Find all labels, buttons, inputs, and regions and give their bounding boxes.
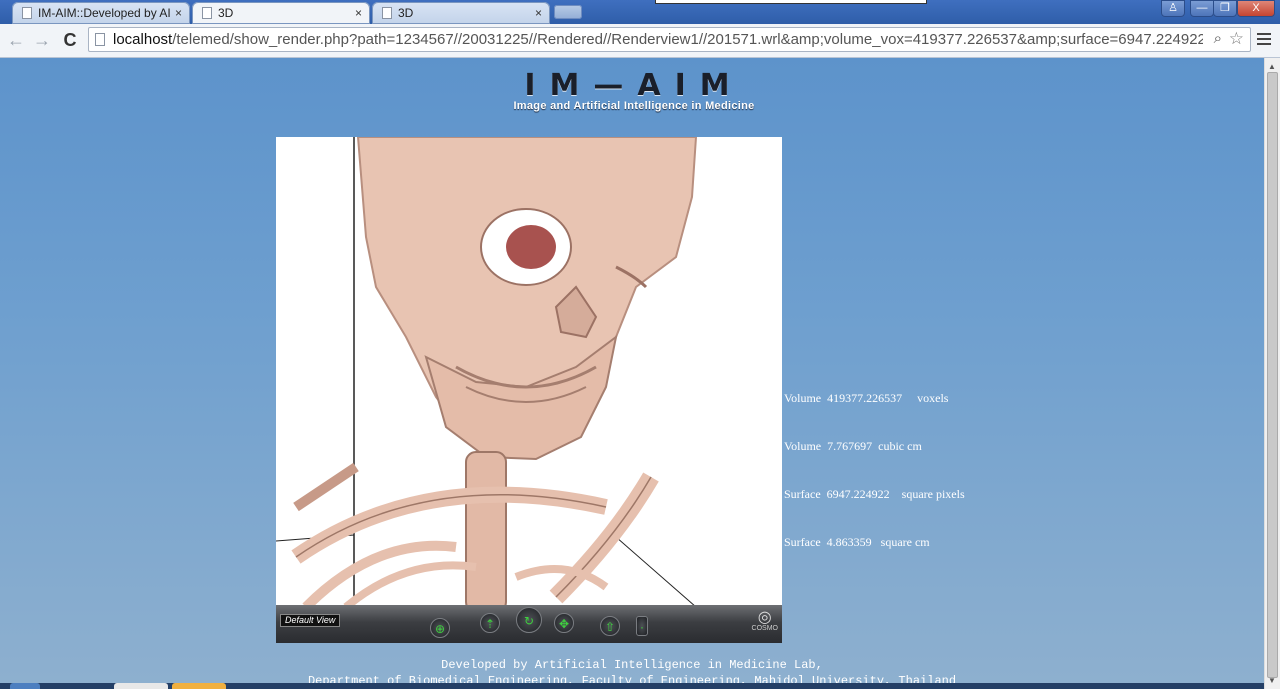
- fly-mode-icon[interactable]: ⇧: [600, 616, 620, 636]
- page-icon: [22, 7, 32, 19]
- page-icon: [202, 7, 212, 19]
- popup-edge: [655, 0, 927, 4]
- vrml-3d-viewer[interactable]: [276, 137, 782, 643]
- url-host: localhost: [113, 31, 173, 48]
- tab-title: 3D: [398, 6, 414, 20]
- url-path: /telemed/show_render.php?path=1234567//2…: [172, 31, 1203, 48]
- browser-toolbar: ← → C localhost/telemed/show_render.php?…: [0, 24, 1280, 58]
- tab-3d-active[interactable]: 3D ×: [192, 2, 370, 24]
- magnifier-icon[interactable]: ⌕: [1214, 30, 1222, 47]
- taskbar-item[interactable]: [172, 683, 226, 689]
- cosmo-brand: COSMO: [751, 625, 778, 632]
- viewer-control-bar: Default View ⊕ ⇡ ↻ ✥ ⇧ · ◎ COSMO: [276, 605, 782, 643]
- close-window-button[interactable]: X: [1237, 0, 1275, 17]
- url-text[interactable]: localhost/telemed/show_render.php?path=1…: [113, 31, 1203, 48]
- default-view-label[interactable]: Default View: [280, 614, 341, 627]
- profile-icon[interactable]: ♙: [1161, 0, 1185, 17]
- close-tab-icon[interactable]: ×: [175, 6, 182, 20]
- logo-tagline: Image and Artificial Intelligence in Med…: [513, 100, 755, 112]
- back-arrow-icon[interactable]: ←: [6, 30, 26, 50]
- rotate-mode-icon[interactable]: ↻: [516, 607, 542, 633]
- scroll-thumb[interactable]: [1267, 72, 1278, 678]
- cosmo-logo: ◎ COSMO: [751, 609, 778, 633]
- taskbar-item[interactable]: [114, 683, 168, 689]
- new-tab-button[interactable]: [554, 5, 582, 19]
- tab-3d[interactable]: 3D ×: [372, 2, 550, 24]
- reload-icon[interactable]: C: [60, 30, 80, 50]
- star-icon[interactable]: ☆: [1229, 29, 1244, 49]
- restore-button[interactable]: ❐: [1213, 0, 1237, 17]
- hamburger-menu-icon[interactable]: [1257, 31, 1271, 45]
- im-aim-logo: IM—AIM Image and Artificial Intelligence…: [498, 68, 770, 113]
- tab-title: IM-AIM::Developed by AI: [38, 6, 171, 20]
- scroll-down-icon[interactable]: ▼: [1268, 676, 1276, 685]
- seek-icon[interactable]: ·: [636, 616, 648, 636]
- tab-im-aim[interactable]: IM-AIM::Developed by AI ×: [12, 2, 190, 24]
- address-bar[interactable]: localhost/telemed/show_render.php?path=1…: [88, 27, 1251, 52]
- scroll-up-icon[interactable]: ▲: [1268, 62, 1276, 71]
- page-icon: [95, 33, 105, 46]
- close-tab-icon[interactable]: ×: [535, 6, 542, 20]
- measurement-stats: Volume 419377.226537 voxels Volume 7.767…: [784, 358, 965, 582]
- tab-title: 3D: [218, 6, 234, 20]
- walk-mode-icon[interactable]: ⇡: [480, 613, 500, 633]
- examine-mode-icon[interactable]: ⊕: [430, 618, 450, 638]
- pan-mode-icon[interactable]: ✥: [554, 613, 574, 633]
- stat-row: Volume 419377.226537 voxels: [784, 391, 949, 405]
- close-tab-icon[interactable]: ×: [355, 6, 362, 20]
- start-button[interactable]: [10, 683, 40, 689]
- stat-row: Volume 7.767697 cubic cm: [784, 439, 922, 453]
- logo-wordmark: IM—AIM: [524, 68, 744, 103]
- page-icon: [382, 7, 392, 19]
- stat-row: Surface 4.863359 square cm: [784, 535, 930, 549]
- stat-row: Surface 6947.224922 square pixels: [784, 487, 965, 501]
- minimize-button[interactable]: —: [1190, 0, 1214, 17]
- vertical-scrollbar[interactable]: ▲ ▼: [1264, 58, 1280, 689]
- page-content: IM—AIM Image and Artificial Intelligence…: [0, 58, 1264, 689]
- skull-render: [276, 137, 698, 607]
- forward-arrow-icon[interactable]: →: [32, 30, 52, 50]
- tab-strip: IM-AIM::Developed by AI × 3D × 3D × ♙ — …: [0, 0, 1280, 24]
- os-taskbar: [0, 683, 1264, 689]
- footer-line-1: Developed by Artificial Intelligence in …: [441, 658, 823, 672]
